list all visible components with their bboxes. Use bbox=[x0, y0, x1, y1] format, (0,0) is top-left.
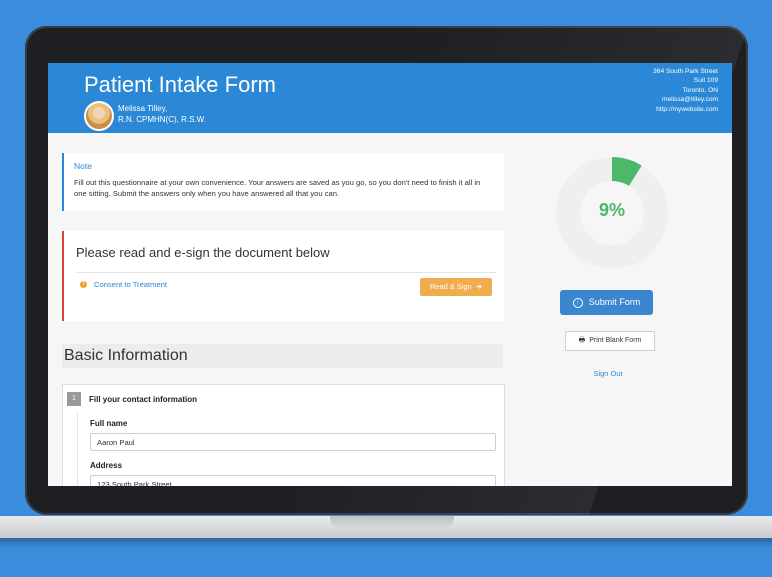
up-arrow-circle-icon: ↑ bbox=[572, 297, 583, 308]
print-blank-form-button[interactable]: 🖶 Print Blank Form bbox=[565, 331, 655, 351]
screen: Patient Intake Form Melissa Tilley, R.N.… bbox=[48, 63, 732, 486]
section-title: Basic Information bbox=[64, 347, 188, 364]
full-name-input[interactable]: Aaron Paul bbox=[90, 433, 496, 451]
contact-address: 364 South Park Street Suit 109 Toronto, … bbox=[653, 67, 718, 114]
address-website[interactable]: http://mywebsite.com bbox=[653, 105, 718, 114]
submit-label: Submit Form bbox=[588, 297, 641, 307]
address-city: Toronto, ON bbox=[682, 86, 718, 94]
step-number: 1 bbox=[67, 392, 81, 406]
consent-document-link[interactable]: Consent to Treatment bbox=[94, 280, 167, 289]
laptop-shadow bbox=[0, 538, 772, 548]
page-title: Patient Intake Form bbox=[84, 72, 276, 97]
step-title: Fill your contact information bbox=[89, 395, 198, 404]
address-input[interactable]: 123 South Park Street bbox=[90, 475, 496, 486]
read-sign-button[interactable]: Read & Sign ➔ bbox=[420, 278, 492, 296]
warning-icon: ! bbox=[80, 281, 87, 288]
full-name-label: Full name bbox=[90, 419, 128, 428]
divider bbox=[76, 272, 496, 273]
address-suite: Suit 109 bbox=[693, 77, 718, 85]
author-name: Melissa Tilley, bbox=[118, 104, 168, 113]
sign-out-link[interactable]: Sign Out bbox=[580, 369, 636, 378]
note-card: Note Fill out this questionnaire at your… bbox=[62, 153, 504, 211]
esign-title: Please read and e-sign the document belo… bbox=[76, 245, 330, 260]
address-email[interactable]: melissa@tilley.com bbox=[653, 95, 718, 104]
contact-step-card: 1 Fill your contact information Full nam… bbox=[62, 384, 505, 486]
print-label: Print Blank Form bbox=[589, 337, 642, 344]
address-label: Address bbox=[90, 461, 123, 470]
arrow-right-icon: ➔ bbox=[473, 282, 482, 291]
laptop-notch bbox=[330, 516, 454, 528]
author-credentials: R.N. CPMHN(C), R.S.W. bbox=[118, 115, 206, 124]
note-text: Fill out this questionnaire at your own … bbox=[74, 178, 481, 198]
form-header: Patient Intake Form Melissa Tilley, R.N.… bbox=[48, 63, 732, 133]
address-street: 364 South Park Street bbox=[653, 68, 718, 75]
submit-form-button[interactable]: ↑ Submit Form bbox=[560, 290, 653, 315]
note-title: Note bbox=[74, 161, 92, 171]
progress-percent: 9% bbox=[598, 200, 625, 220]
step-fields: Full name Aaron Paul Address 123 South P… bbox=[77, 413, 505, 486]
author-block: Melissa Tilley, R.N. CPMHN(C), R.S.W. bbox=[118, 103, 206, 125]
avatar bbox=[84, 101, 114, 131]
read-sign-label: Read & Sign bbox=[430, 282, 472, 291]
printer-icon: 🖶 bbox=[578, 337, 586, 344]
esign-card: Please read and e-sign the document belo… bbox=[62, 231, 504, 321]
